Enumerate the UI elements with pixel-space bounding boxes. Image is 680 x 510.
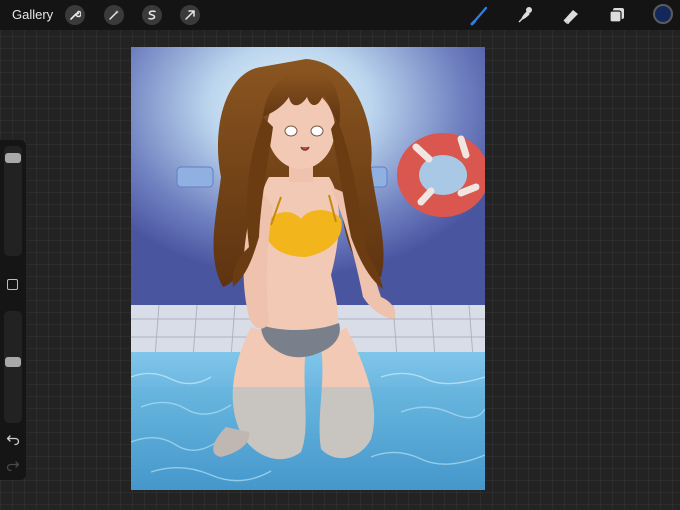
layers-icon[interactable] [606, 4, 628, 26]
color-picker-button[interactable] [653, 4, 673, 24]
drawing-canvas[interactable] [131, 47, 485, 490]
modify-button[interactable] [7, 279, 18, 290]
actions-button[interactable] [65, 5, 85, 25]
sidebar [0, 140, 26, 480]
eraser-icon[interactable] [560, 4, 582, 26]
selection-button[interactable] [142, 5, 162, 25]
magic-wand-icon [109, 10, 119, 20]
transform-button[interactable] [180, 5, 200, 25]
artwork [131, 47, 485, 490]
opacity-slider[interactable] [4, 311, 22, 423]
redo-icon[interactable] [6, 460, 20, 472]
brush-size-handle[interactable] [5, 152, 21, 163]
transform-arrow-icon [185, 10, 195, 20]
wrench-icon [70, 10, 81, 20]
brush-icon[interactable] [469, 4, 491, 26]
smudge-icon[interactable] [513, 4, 535, 26]
selection-icon [148, 10, 156, 20]
adjustments-button[interactable] [104, 5, 124, 25]
gallery-button[interactable]: Gallery [12, 7, 53, 22]
brush-size-slider[interactable] [4, 146, 22, 256]
undo-icon[interactable] [6, 434, 20, 446]
opacity-handle[interactable] [5, 357, 21, 368]
top-toolbar: Gallery [0, 0, 680, 30]
